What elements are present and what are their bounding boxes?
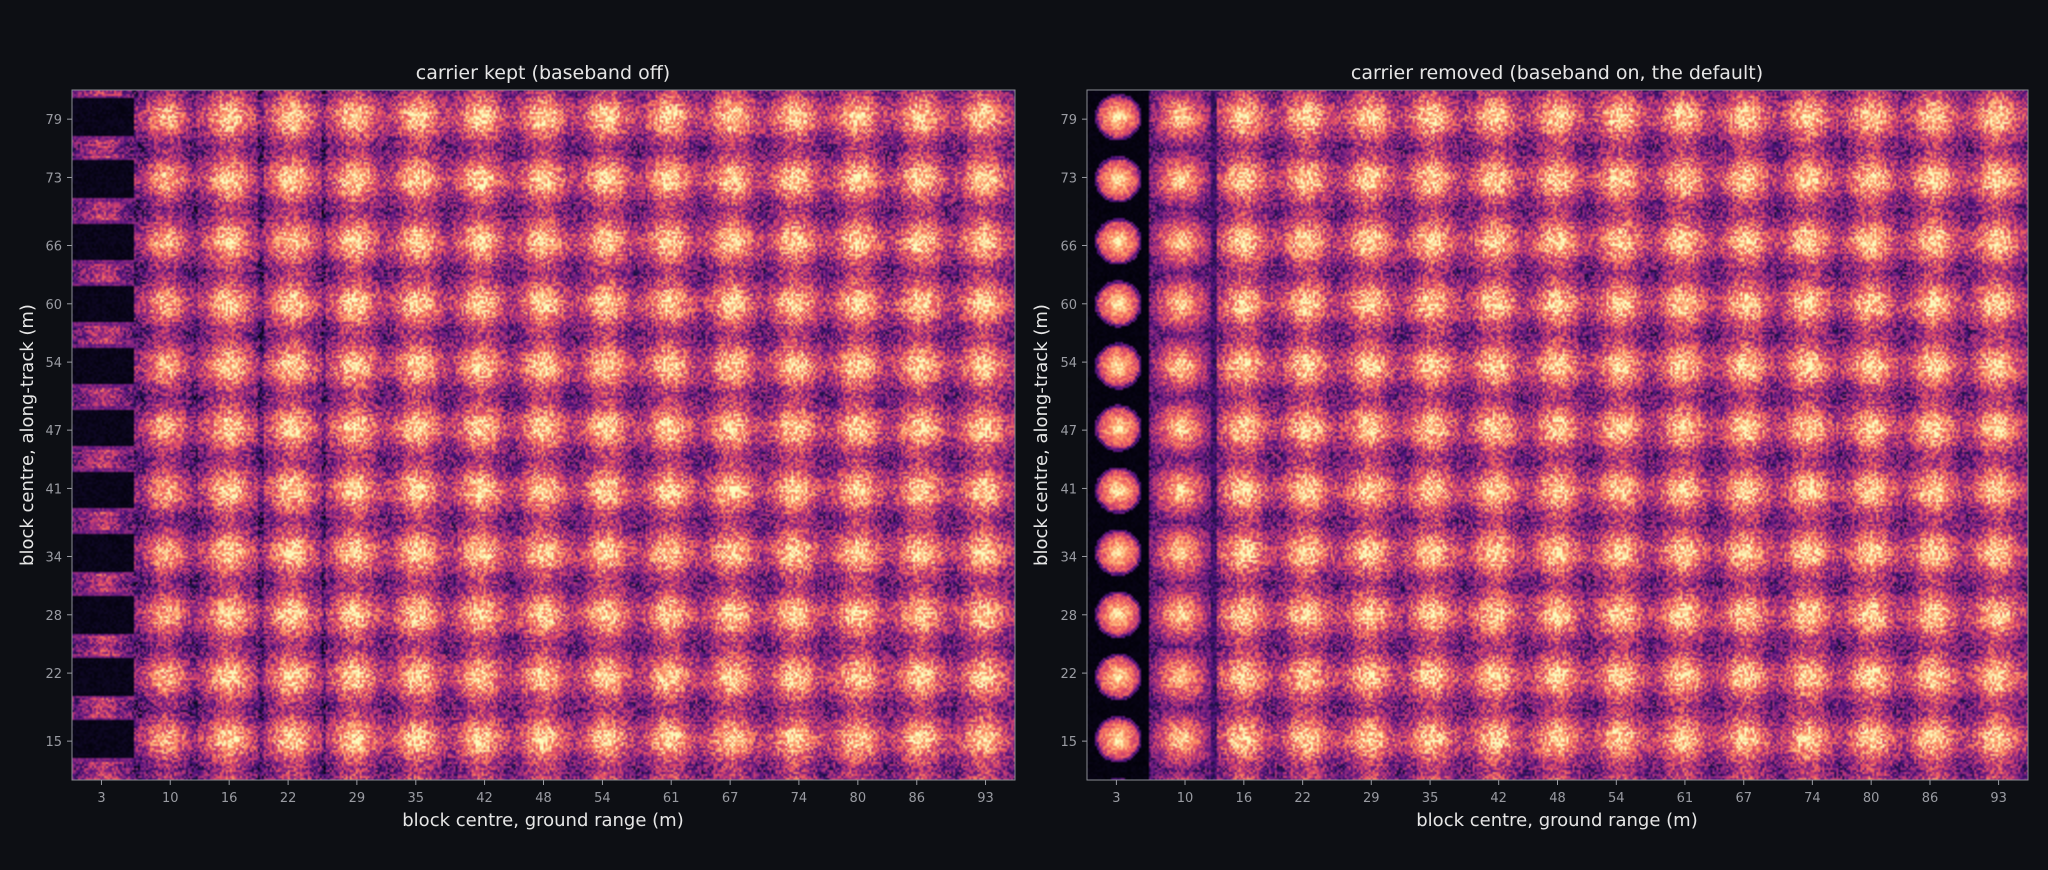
y-tick-label-left: 28 [45, 609, 62, 624]
x-tick-label-right: 74 [1804, 791, 1821, 806]
y-tick-label-left: 54 [45, 356, 62, 371]
y-tick-label-right: 15 [1060, 735, 1077, 750]
x-tick-label-left: 48 [535, 791, 552, 806]
figure: carrier kept (baseband off) 3 10 16 22 29 35 4… [0, 0, 2048, 870]
y-tick-label-right: 34 [1060, 550, 1077, 565]
y-tick-label-left: 47 [45, 424, 62, 439]
x-tick-label-right: 3 [1112, 791, 1120, 806]
y-tick-label-left: 41 [45, 482, 62, 497]
x-tick-label-right: 67 [1735, 791, 1752, 806]
y-tick-label-left: 34 [45, 550, 62, 565]
x-tick-label-right: 80 [1863, 791, 1880, 806]
y-axis-label-right: block centre, along-track (m) [1031, 304, 1052, 566]
y-tick-label-right: 66 [1060, 239, 1077, 254]
x-axis-label-right: block centre, ground range (m) [1416, 810, 1698, 831]
x-tick-label-left: 10 [162, 791, 179, 806]
y-tick-label-right: 60 [1060, 298, 1077, 313]
x-tick-label-left: 93 [977, 791, 994, 806]
x-tick-label-right: 48 [1549, 791, 1566, 806]
heatmap-left [72, 90, 1015, 780]
x-tick-label-right: 42 [1490, 791, 1507, 806]
y-tick-label-left: 60 [45, 298, 62, 313]
x-tick-label-left: 16 [221, 791, 238, 806]
y-tick-label-right: 41 [1060, 482, 1077, 497]
panel-right-title: carrier removed (baseband on, the defaul… [1351, 62, 1763, 84]
panel-left-title: carrier kept (baseband off) [416, 62, 670, 84]
x-tick-label-left: 22 [280, 791, 297, 806]
panel-right: carrier removed (baseband on, the defaul… [1031, 62, 2029, 831]
x-tick-label-right: 93 [1990, 791, 2007, 806]
x-tick-label-right: 54 [1608, 791, 1625, 806]
x-tick-label-right: 35 [1422, 791, 1439, 806]
x-tick-label-right: 61 [1677, 791, 1694, 806]
y-tick-label-left: 79 [45, 113, 62, 128]
x-tick-label-left: 86 [908, 791, 925, 806]
x-tick-label-right: 22 [1294, 791, 1311, 806]
y-tick-label-right: 73 [1060, 171, 1077, 186]
x-tick-label-left: 74 [791, 791, 808, 806]
x-axis-label-left: block centre, ground range (m) [402, 810, 684, 831]
y-tick-label-right: 22 [1060, 667, 1077, 682]
heatmap-right [1087, 90, 2028, 780]
y-tick-label-left: 15 [45, 735, 62, 750]
x-tick-label-right: 86 [1922, 791, 1939, 806]
x-tick-label-right: 16 [1236, 791, 1253, 806]
y-tick-label-left: 73 [45, 171, 62, 186]
x-tick-label-right: 29 [1363, 791, 1380, 806]
y-axis-label-left: block centre, along-track (m) [17, 304, 38, 566]
y-tick-label-right: 54 [1060, 356, 1077, 371]
x-tick-label-left: 29 [349, 791, 366, 806]
y-tick-label-right: 47 [1060, 424, 1077, 439]
panel-left: carrier kept (baseband off) 3 10 16 22 29 35 4… [17, 62, 1016, 831]
x-tick-label-left: 3 [97, 791, 105, 806]
x-tick-label-left: 54 [594, 791, 611, 806]
y-tick-label-right: 79 [1060, 113, 1077, 128]
y-tick-label-left: 22 [45, 667, 62, 682]
y-tick-label-left: 66 [45, 239, 62, 254]
x-tick-label-left: 80 [850, 791, 867, 806]
x-tick-label-right: 10 [1177, 791, 1194, 806]
y-tick-label-right: 28 [1060, 609, 1077, 624]
x-tick-label-left: 67 [722, 791, 739, 806]
x-tick-label-left: 35 [408, 791, 425, 806]
x-tick-label-left: 61 [663, 791, 680, 806]
x-tick-label-left: 42 [476, 791, 493, 806]
